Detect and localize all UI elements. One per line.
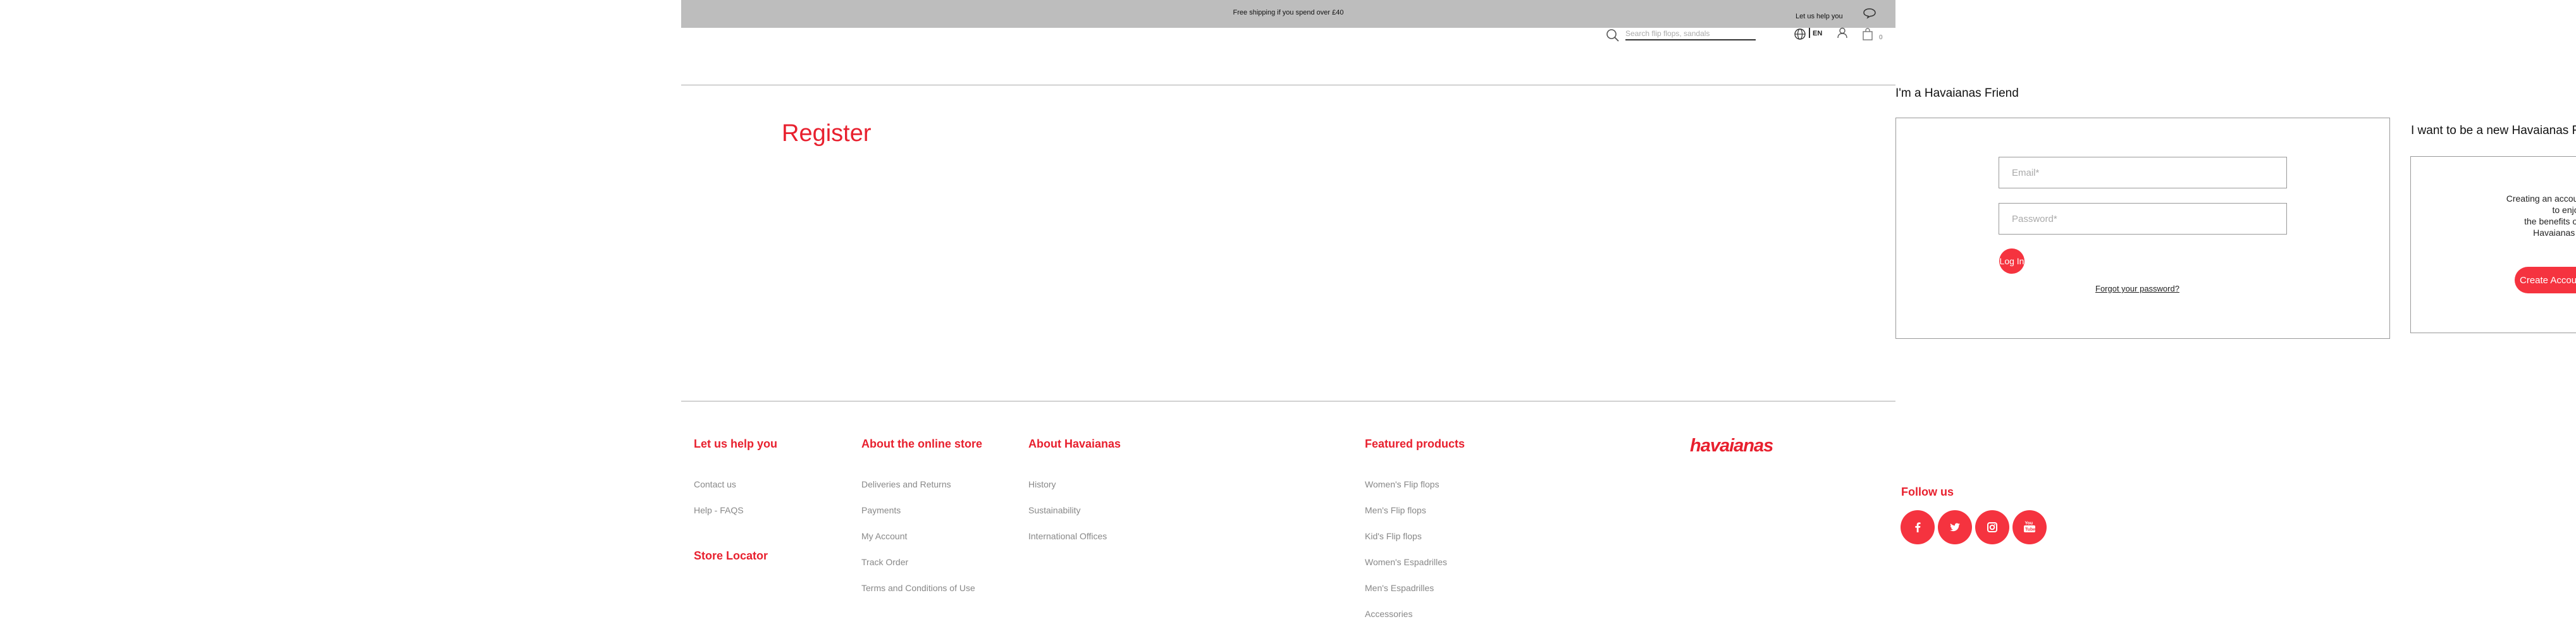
footer-link-contact[interactable]: Contact us	[694, 479, 736, 489]
globe-icon[interactable]	[1794, 28, 1806, 44]
footer-help-heading: Let us help you	[694, 437, 778, 450]
footer-link-my-account[interactable]: My Account	[861, 531, 907, 541]
password-field[interactable]	[1999, 203, 2287, 235]
footer-link-accessories[interactable]: Accessories	[1365, 609, 1412, 619]
footer-link-mens-flip-flops[interactable]: Men's Flip flops	[1365, 505, 1426, 515]
store-locator-link[interactable]: Store Locator	[694, 549, 768, 563]
svg-text:havaianas: havaianas	[1690, 436, 1773, 456]
havaianas-logo[interactable]: havaianas	[1690, 435, 1786, 460]
user-icon[interactable]	[1836, 27, 1849, 42]
footer-store-heading: About the online store	[861, 437, 982, 450]
bag-count: 0	[1879, 34, 1883, 41]
login-button[interactable]: Log In	[1999, 248, 2024, 274]
footer-link-history[interactable]: History	[1028, 479, 1056, 489]
login-title: I'm a Havaianas Friend	[1895, 87, 2019, 100]
facebook-icon[interactable]	[1901, 510, 1935, 544]
new-account-text-line-1: Creating an account allows you to enjoy	[2506, 193, 2576, 215]
footer-link-deliveries[interactable]: Deliveries and Returns	[861, 479, 951, 489]
bag-icon[interactable]	[1861, 27, 1875, 44]
search-icon[interactable]	[1605, 28, 1620, 46]
promo-bar: Free shipping if you spend over £40 Let …	[681, 0, 1895, 28]
footer-link-faqs[interactable]: Help - FAQS	[694, 505, 744, 515]
new-account-text-line-2: the benefits of being a Havaianas Friend	[2524, 216, 2576, 238]
language-divider	[1809, 28, 1810, 38]
footer-link-track-order[interactable]: Track Order	[861, 557, 908, 567]
new-account-description: Creating an account allows you to enjoy …	[2505, 193, 2576, 238]
footer-about-heading: About Havaianas	[1028, 437, 1121, 450]
footer-link-payments[interactable]: Payments	[861, 505, 901, 515]
page-title: Register	[782, 120, 872, 147]
chat-bubble-icon[interactable]	[1863, 8, 1877, 22]
twitter-icon[interactable]	[1938, 510, 1972, 544]
follow-us-heading: Follow us	[1901, 486, 1954, 498]
forgot-password-link[interactable]: Forgot your password?	[2095, 284, 2179, 293]
new-account-panel	[2410, 156, 2576, 333]
footer-link-womens-flip-flops[interactable]: Women's Flip flops	[1365, 479, 1439, 489]
footer-featured-heading: Featured products	[1365, 437, 1465, 450]
language-selector[interactable]: EN	[1813, 30, 1822, 37]
search-input[interactable]	[1625, 28, 1756, 40]
footer-link-kids-flip-flops[interactable]: Kid's Flip flops	[1365, 531, 1422, 541]
shipping-message: Free shipping if you spend over £40	[1233, 9, 1344, 16]
create-account-button[interactable]: Create Account	[2515, 267, 2576, 293]
new-account-title: I want to be a new Havaianas Friend	[2411, 124, 2576, 137]
footer-link-terms[interactable]: Terms and Conditions of Use	[861, 583, 975, 593]
footer-link-mens-espadrilles[interactable]: Men's Espadrilles	[1365, 583, 1434, 593]
youtube-icon[interactable]: You Tube	[2012, 510, 2047, 544]
footer-link-sustainability[interactable]: Sustainability	[1028, 505, 1081, 515]
help-link[interactable]: Let us help you	[1796, 13, 1843, 20]
svg-text:You: You	[2025, 522, 2033, 526]
email-field[interactable]	[1999, 157, 2287, 188]
footer-link-offices[interactable]: International Offices	[1028, 531, 1107, 541]
svg-text:Tube: Tube	[2025, 528, 2035, 532]
instagram-icon[interactable]	[1975, 510, 2009, 544]
footer-link-womens-espadrilles[interactable]: Women's Espadrilles	[1365, 557, 1447, 567]
